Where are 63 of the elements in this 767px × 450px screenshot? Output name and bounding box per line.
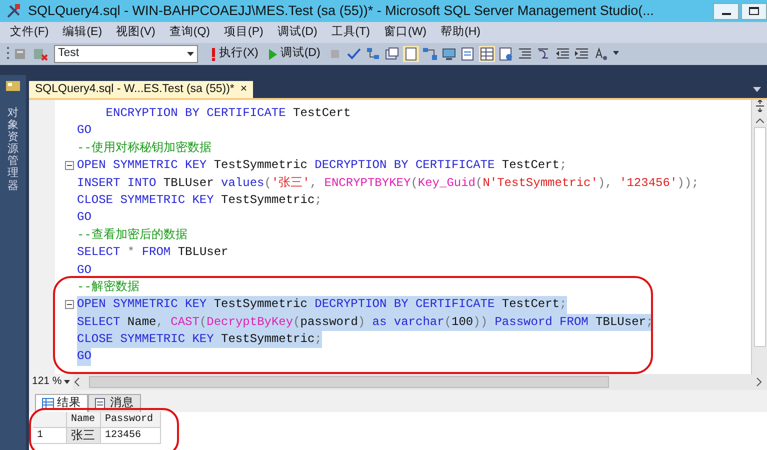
minimize-button[interactable] xyxy=(713,2,739,20)
menu-item[interactable]: 视图(V) xyxy=(109,22,162,43)
tab-menu-icon[interactable] xyxy=(753,87,761,92)
vertical-scrollbar[interactable] xyxy=(751,100,767,374)
exclamation-icon xyxy=(211,48,216,60)
result-tab[interactable]: 结果 xyxy=(35,394,88,412)
document-icon[interactable] xyxy=(403,46,420,62)
grid-results-icon[interactable] xyxy=(479,46,496,62)
code-line: CLOSE SYMMETRIC KEY TestSymmetric; xyxy=(77,192,322,209)
menu-item[interactable]: 编辑(E) xyxy=(56,22,110,43)
code-line: --使用对称秘钥加密数据 xyxy=(77,140,212,157)
menu-item[interactable]: 文件(F) xyxy=(3,22,56,43)
text-results-icon[interactable] xyxy=(460,46,476,62)
collapse-icon[interactable] xyxy=(65,161,74,170)
code-line: GO xyxy=(77,262,92,279)
menu-item[interactable]: 项目(P) xyxy=(216,22,270,43)
menu-item[interactable]: 查询(Q) xyxy=(162,22,217,43)
code-line: ENCRYPTION BY CERTIFICATE TestCert xyxy=(104,105,351,122)
maximize-button[interactable] xyxy=(741,2,767,20)
check-icon[interactable] xyxy=(346,46,362,62)
menu-item[interactable]: 工具(T) xyxy=(324,22,377,43)
menu-item[interactable]: 帮助(H) xyxy=(434,22,488,43)
collapse-icon[interactable] xyxy=(65,300,74,310)
code-line: --查看加密后的数据 xyxy=(77,226,188,244)
disconnect-icon[interactable] xyxy=(32,46,48,62)
scroll-right-icon xyxy=(755,377,763,387)
explorer-sidebar-tab[interactable]: 对象资源管理器 xyxy=(0,75,26,450)
grip-icon xyxy=(6,46,10,62)
window-icon[interactable] xyxy=(384,46,400,62)
plan-icon[interactable] xyxy=(365,46,382,62)
code-line: GO xyxy=(77,209,92,226)
window-title: SQLQuery4.sql - WIN-BAHPCOAEJJ\MES.Test (sa (55))* - Microsoft SQL Server Management Studio(... xyxy=(28,2,655,20)
debug-button[interactable]: 调试(D) xyxy=(265,45,324,63)
grid-icon xyxy=(42,398,54,409)
monitor-icon[interactable] xyxy=(441,46,458,62)
play-icon xyxy=(269,48,278,60)
app-icon xyxy=(6,3,22,19)
file-results-icon[interactable] xyxy=(498,46,514,62)
code-line: INSERT INTO TBLUser values('张三', ENCRYPTBYKEY(Key_Guid(N'TestSymmetric'), '123456')); xyxy=(77,174,699,192)
database-dropdown[interactable]: Test xyxy=(54,45,198,63)
table-cell: 张三 xyxy=(67,428,101,444)
horizontal-scrollbar[interactable] xyxy=(73,374,767,390)
menu-item[interactable]: 调试(D) xyxy=(270,22,324,43)
scroll-up-icon xyxy=(756,118,764,123)
specify-values-icon[interactable] xyxy=(593,46,610,62)
close-tab-button[interactable]: × xyxy=(240,80,248,98)
caret-icon xyxy=(64,380,70,384)
menu-item[interactable]: 窗口(W) xyxy=(376,22,434,43)
scroll-left-icon xyxy=(73,377,81,387)
split-icon xyxy=(754,100,764,112)
code-line: OPEN SYMMETRIC KEY TestSymmetric DECRYPTION BY CERTIFICATE TestCert; xyxy=(77,157,567,174)
code-line: SELECT * FROM TBLUser xyxy=(77,244,228,262)
column-header: Name xyxy=(67,412,101,428)
code-line: --解密数据 xyxy=(77,278,140,296)
column-header: Password xyxy=(101,412,161,428)
connection-icon[interactable] xyxy=(422,46,438,62)
caret-icon xyxy=(187,52,194,56)
message-icon xyxy=(95,398,107,409)
document-tab[interactable]: SQLQuery4.sql - W...ES.Test (sa (55))* × xyxy=(29,81,254,98)
table-cell: 123456 xyxy=(101,428,161,444)
code-line: GO xyxy=(77,122,92,140)
explorer-icon xyxy=(5,79,21,93)
execute-button[interactable]: 执行(X) xyxy=(207,45,262,63)
